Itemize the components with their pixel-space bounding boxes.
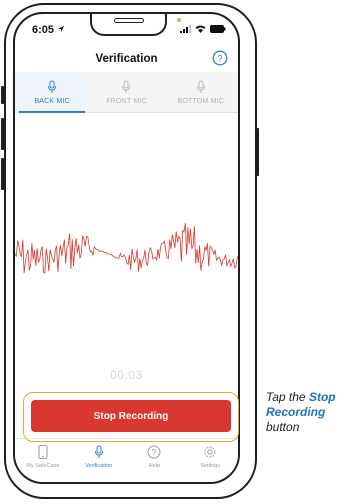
microphone-icon: [196, 80, 205, 93]
callout-emphasis-stop: Stop: [308, 390, 336, 404]
svg-text:?: ?: [217, 53, 222, 63]
battery-icon: [210, 25, 226, 33]
tab-back-mic[interactable]: BACK MIC: [15, 72, 90, 113]
microphone-icon: [48, 80, 57, 93]
nav-label: Settings: [200, 463, 221, 469]
nav-item-help[interactable]: ? Help: [127, 439, 183, 482]
speaker-grille: [114, 18, 144, 23]
notch: [90, 14, 167, 36]
bottom-navigation: My SafeCase Verification ? Help Settings: [15, 438, 238, 482]
status-time: 6:05: [32, 24, 65, 36]
svg-text:?: ?: [152, 448, 157, 457]
microphone-icon: [122, 80, 131, 93]
location-arrow-icon: [57, 25, 65, 33]
volume-up-button: [1, 118, 4, 150]
callout-prefix: Tap the: [266, 390, 309, 404]
tab-label: FRONT MIC: [106, 97, 147, 105]
help-icon: ?: [147, 445, 161, 459]
tab-label: BACK MIC: [34, 97, 70, 105]
power-button: [256, 128, 259, 176]
nav-label: Verification: [85, 463, 113, 469]
mute-switch: [1, 86, 4, 104]
status-icons: [180, 25, 226, 33]
volume-down-button: [1, 158, 4, 190]
signal-icon: [180, 25, 191, 33]
phone-icon: [38, 445, 48, 459]
waveform-line: [15, 223, 238, 274]
nav-item-my-safecase[interactable]: My SafeCase: [15, 439, 71, 482]
microphone-icon: [94, 445, 103, 458]
mic-tabs: BACK MIC FRONT MIC BOTTOM MIC: [15, 72, 238, 113]
nav-item-settings[interactable]: Settings: [182, 439, 238, 482]
nav-label: My SafeCase: [26, 463, 60, 469]
gear-icon: [204, 446, 216, 458]
status-bar: 6:05: [15, 14, 238, 44]
tab-front-mic[interactable]: FRONT MIC: [89, 72, 163, 112]
instruction-callout: Tap the Stop Recording button: [266, 390, 360, 435]
wifi-icon: [195, 25, 206, 33]
nav-label: Help: [148, 463, 161, 469]
help-icon[interactable]: ?: [212, 50, 228, 66]
audio-waveform: [15, 223, 238, 274]
callout-emphasis-recording: Recording: [266, 405, 326, 419]
tab-bottom-mic[interactable]: BOTTOM MIC: [164, 72, 238, 112]
nav-item-verification[interactable]: Verification: [71, 439, 127, 482]
callout-suffix: button: [266, 420, 300, 434]
tab-label: BOTTOM MIC: [177, 97, 225, 105]
recording-timer: 00:03: [110, 368, 143, 382]
stop-button-highlight: [23, 392, 239, 442]
privacy-indicator-dot: [177, 18, 181, 22]
page-title: Verification: [95, 53, 158, 65]
